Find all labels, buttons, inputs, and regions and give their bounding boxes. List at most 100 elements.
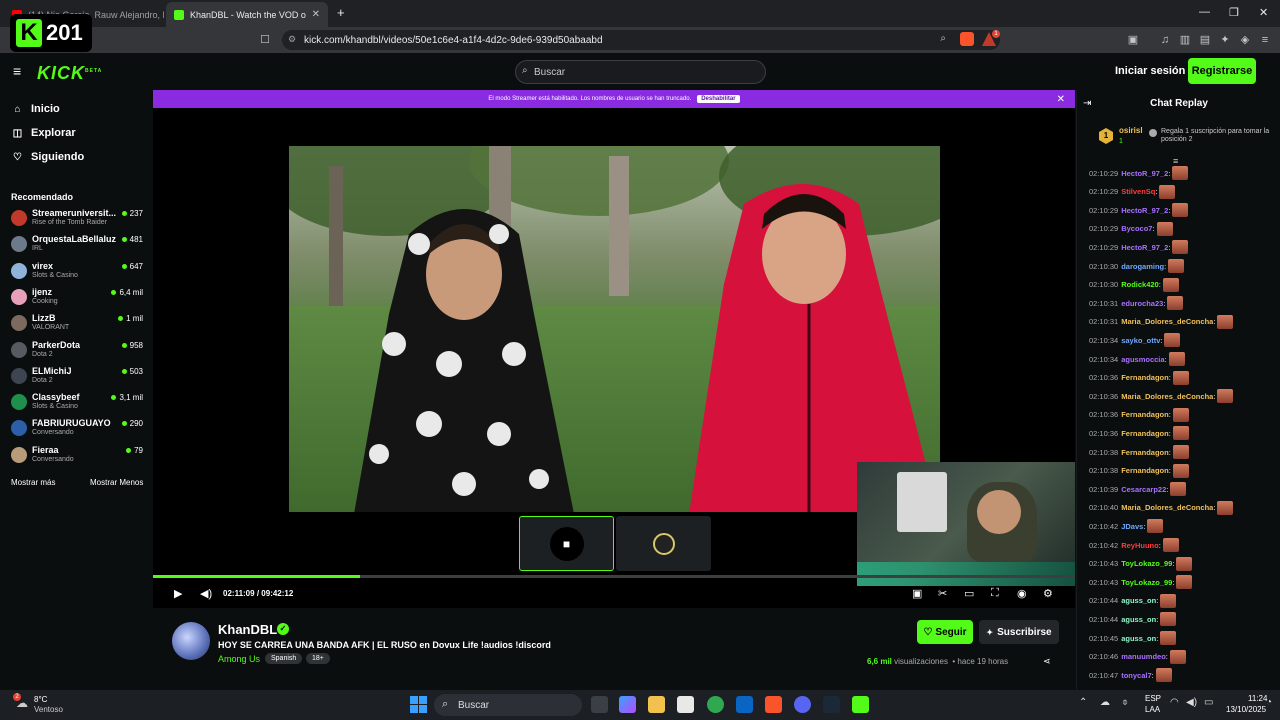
message-user[interactable]: Fernandagon [1121,466,1169,475]
volume-icon[interactable]: ◀) [1186,697,1197,708]
message-user[interactable]: ReyHuuno [1121,541,1159,550]
close-window-icon[interactable]: ✕ [1259,6,1268,19]
brave-shield-icon[interactable] [960,32,974,46]
kick-app-icon[interactable] [852,696,869,713]
share-icon[interactable]: ⋖ [1043,656,1051,667]
message-user[interactable]: Rodick420 [1121,280,1159,289]
restore-icon[interactable]: ❐ [1229,6,1239,19]
camera-angle-2[interactable] [616,516,711,571]
outlook-icon[interactable] [736,696,753,713]
clock-date[interactable]: 13/10/2025 [1226,705,1266,714]
message-user[interactable]: manuumdeo [1121,652,1166,661]
cloud-icon[interactable]: ☁ [1100,697,1110,708]
play-icon[interactable]: ▶ [174,587,182,600]
steam-icon[interactable] [823,696,840,713]
close-banner-icon[interactable]: ✕ [1057,94,1065,105]
battery-icon[interactable]: ▭ [1204,697,1213,708]
message-user[interactable]: HectoR_97_2 [1121,169,1168,178]
browser-tab-kick[interactable]: KhanDBL - Watch the VOD on Kick ✕ [166,2,328,27]
message-user[interactable]: Fernandagon [1121,429,1169,438]
channel-item[interactable]: Fieraa Conversando 79 [11,444,146,468]
channel-item[interactable]: Streameruniversit... Rise of the Tomb Rai… [11,207,146,231]
message-user[interactable]: edurocha23 [1121,299,1163,308]
media-icon[interactable]: ♫ [1159,34,1171,46]
search-input[interactable]: ⌕ Buscar [515,60,766,84]
nav-following[interactable]: ♡ Siguiendo [12,151,84,163]
channel-item[interactable]: FABRIURUGUAYO Conversando 290 [11,417,146,441]
login-button[interactable]: Iniciar sesión [1115,65,1185,77]
speed-icon[interactable]: ◉ [1017,587,1027,600]
theater-icon[interactable]: ▭ [964,587,974,600]
tray-chevron-icon[interactable]: ⌃ [1079,697,1087,708]
message-user[interactable]: darogaming [1121,262,1164,271]
disable-button[interactable]: Deshabilitar [697,95,740,103]
channel-item[interactable]: ijenz Cooking 6,4 mil [11,286,146,310]
show-more-button[interactable]: Mostrar más [11,478,55,487]
taskbar-search[interactable]: ⌕ Buscar [434,694,582,716]
channel-item[interactable]: Classybeef Slots & Casino 3,1 mil [11,391,146,415]
show-less-button[interactable]: Mostrar Menos [90,478,143,487]
zoom-search-icon[interactable]: ⌕ [940,33,946,44]
video-player[interactable]: ■ ▶ ◀) 02:11:09 / 09:42:12 ▣ ✂ ▭ ⛶ ◉ ⚙ [153,108,1075,608]
category-link[interactable]: Among Us [218,654,260,664]
channel-avatar[interactable] [172,622,210,660]
discord-icon[interactable] [794,696,811,713]
xbox-icon[interactable] [707,696,724,713]
message-user[interactable]: HectoR_97_2 [1121,206,1168,215]
message-user[interactable]: aguss_on [1121,615,1156,624]
lang-primary[interactable]: ESP [1145,694,1161,703]
clip-icon[interactable]: ✂ [938,587,947,600]
mic-icon[interactable]: ⌽ [1122,697,1128,708]
copilot-icon[interactable] [619,696,636,713]
minimize-icon[interactable]: — [1199,6,1210,18]
message-user[interactable]: aguss_on [1121,634,1156,643]
wallet-icon[interactable]: ▤ [1199,34,1211,46]
channel-item[interactable]: ELMichiJ Dota 2 503 [11,365,146,389]
windows-start-icon[interactable] [410,696,427,713]
message-user[interactable]: sayko_ottv [1121,336,1160,345]
leo-ai-icon[interactable]: ✦ [1219,34,1231,46]
message-user[interactable]: JDavs [1121,522,1143,531]
clock-time[interactable]: 11:24 [1248,694,1267,703]
message-user[interactable]: Maria_Dolores_deConcha [1121,503,1213,512]
subscribe-button[interactable]: ✦ Suscribirse [979,620,1059,644]
message-user[interactable]: agusmoccia [1121,355,1164,364]
channel-item[interactable]: virex Slots & Casino 647 [11,260,146,284]
lang-secondary[interactable]: LAA [1145,705,1160,714]
task-view-icon[interactable] [591,696,608,713]
channel-item[interactable]: ParkerDota Dota 2 958 [11,339,146,363]
message-user[interactable]: Maria_Dolores_deConcha [1121,392,1213,401]
message-user[interactable]: tonycal7 [1121,671,1151,680]
camera-angle-1[interactable]: ■ [519,516,614,571]
message-user[interactable]: Bycoco7 [1121,224,1152,233]
message-user[interactable]: Fernandagon [1121,448,1169,457]
tag-age[interactable]: 18+ [306,653,330,664]
message-user[interactable]: aguss_on [1121,596,1156,605]
screenshot-icon[interactable]: ▣ [1127,34,1139,46]
message-user[interactable]: Fernandagon [1121,373,1169,382]
tag-language[interactable]: Spanish [265,653,303,664]
volume-icon[interactable]: ◀) [200,587,212,600]
close-tab-icon[interactable]: ✕ [306,9,320,20]
notifications-icon[interactable]: ◔ [1266,697,1272,708]
message-user[interactable]: Fernandagon [1121,410,1169,419]
fullscreen-icon[interactable]: ⛶ [991,587,999,600]
channel-name[interactable]: KhanDBL [218,622,277,637]
new-tab-button[interactable]: + [337,5,345,20]
pip-icon[interactable]: ▣ [912,587,922,600]
register-button[interactable]: Registrarse [1188,58,1256,84]
message-user[interactable]: StilvenSq [1121,187,1155,196]
bookmark-icon[interactable]: ☐ [259,34,271,46]
address-bar[interactable]: ⚙ kick.com/khandbl/videos/50e1c6e4-a1f4-… [282,30,1000,50]
menu-icon[interactable]: ≡ [1259,34,1271,46]
message-user[interactable]: HectoR_97_2 [1121,243,1168,252]
message-user[interactable]: Maria_Dolores_deConcha [1121,317,1213,326]
channel-item[interactable]: OrquestaLaBellaluz IRL 481 [11,233,146,257]
hamburger-menu-icon[interactable]: ≡ [13,63,21,79]
message-user[interactable]: ToyLokazo_99 [1121,559,1172,568]
brave-icon[interactable] [765,696,782,713]
vpn-shield-icon[interactable]: ◈ [1239,34,1251,46]
wifi-icon[interactable]: ◠ [1170,697,1179,708]
message-user[interactable]: ToyLokazo_99 [1121,578,1172,587]
file-explorer-icon[interactable] [648,696,665,713]
